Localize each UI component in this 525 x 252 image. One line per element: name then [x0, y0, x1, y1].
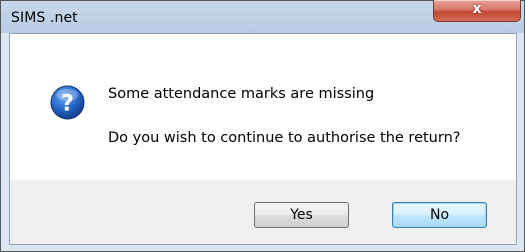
dialog-body: ? Some attendance marks are missing Do y… — [9, 33, 517, 245]
close-button[interactable]: x — [433, 0, 521, 22]
message-line-1: Some attendance marks are missing — [108, 86, 375, 102]
message-area: ? Some attendance marks are missing Do y… — [10, 34, 516, 180]
window-title: SIMS .net — [11, 10, 78, 26]
question-icon: ? — [50, 85, 85, 120]
svg-text:?: ? — [61, 92, 74, 117]
no-button[interactable]: No — [392, 202, 487, 228]
title-bar[interactable]: SIMS .net x — [1, 0, 524, 33]
message-line-2: Do you wish to continue to authorise the… — [108, 130, 461, 146]
close-icon: x — [472, 1, 482, 17]
yes-button[interactable]: Yes — [254, 202, 349, 228]
dialog-window: SIMS .net x ? Some attendance marks are … — [0, 0, 525, 252]
